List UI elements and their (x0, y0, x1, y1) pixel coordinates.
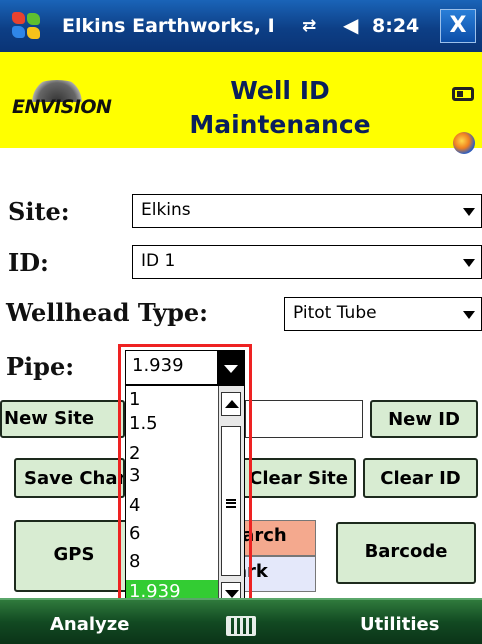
site-select[interactable]: Elkins (132, 194, 482, 228)
page-title: Well ID Maintenance (180, 74, 380, 142)
clock[interactable]: 8:24 (372, 15, 419, 37)
page-title-line2: Maintenance (189, 110, 371, 139)
title-bar: Elkins Earthworks, I ⇄ ◀ 8:24 X (0, 0, 482, 52)
close-button[interactable]: X (440, 9, 476, 43)
clear-id-button[interactable]: Clear ID (363, 458, 478, 498)
pipe-label: Pipe: (6, 352, 75, 381)
page-title-line1: Well ID (230, 76, 330, 105)
app-header: ENVISION Well ID Maintenance (0, 52, 482, 154)
chevron-down-icon (463, 259, 475, 267)
keyboard-icon[interactable] (226, 616, 256, 636)
site-label: Site: (8, 197, 70, 226)
windows-start-icon[interactable] (12, 12, 42, 40)
network-icon[interactable]: ⇄ (302, 16, 316, 36)
wellhead-type-value: Pitot Tube (293, 303, 377, 323)
globe-icon[interactable] (453, 132, 475, 154)
site-select-value: Elkins (141, 200, 191, 220)
id-select[interactable]: ID 1 (132, 245, 482, 279)
app-title: Elkins Earthworks, I (62, 15, 275, 37)
new-site-button[interactable]: New Site (0, 400, 125, 438)
new-id-button[interactable]: New ID (370, 400, 478, 438)
wellhead-type-label: Wellhead Type: (6, 298, 208, 327)
envision-logo: ENVISION (12, 80, 138, 126)
volume-icon[interactable]: ◀ (343, 13, 358, 37)
save-changes-button[interactable]: Save Changes (14, 458, 125, 498)
new-id-input[interactable] (245, 400, 363, 438)
wellhead-type-select[interactable]: Pitot Tube (284, 297, 482, 331)
utilities-softkey[interactable]: Utilities (360, 614, 439, 635)
analyze-softkey[interactable]: Analyze (50, 614, 129, 635)
id-select-value: ID 1 (141, 251, 176, 271)
id-label: ID: (8, 248, 49, 277)
chevron-down-icon (463, 311, 475, 319)
barcode-button[interactable]: Barcode (336, 522, 476, 584)
chevron-down-icon (463, 208, 475, 216)
dropdown-highlight-box (118, 344, 252, 620)
battery-icon (452, 87, 474, 101)
softkey-bar: Analyze Utilities (0, 598, 482, 644)
